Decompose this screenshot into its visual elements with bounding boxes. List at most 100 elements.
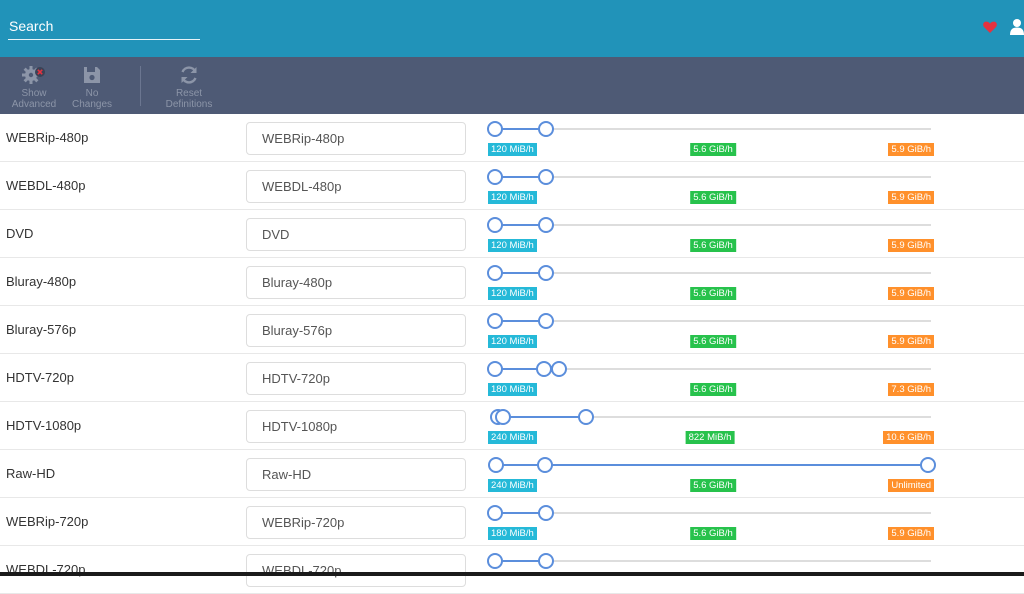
preferred-handle[interactable] (538, 313, 554, 329)
size-range-slider[interactable]: 120 MiB/h 5.6 GiB/h 5.9 GiB/h (486, 306, 938, 354)
quality-row: WEBRip-720p 180 MiB/h 5.6 GiB/h 5.9 GiB/… (0, 498, 1024, 546)
preferred-size-badge: 822 MiB/h (685, 431, 735, 444)
quality-row: Bluray-576p 120 MiB/h 5.6 GiB/h 5.9 GiB/… (0, 306, 1024, 354)
slider-track (494, 512, 931, 514)
size-range-slider[interactable]: 120 MiB/h 5.6 GiB/h 5.9 GiB/h (486, 210, 938, 258)
size-range-slider[interactable]: 240 MiB/h 5.6 GiB/h Unlimited (486, 450, 938, 498)
max-size-badge: 5.9 GiB/h (888, 527, 934, 540)
save-changes-button[interactable]: No Changes (66, 57, 118, 114)
quality-title-input[interactable] (246, 554, 466, 587)
size-range-slider[interactable]: 120 MiB/h 5.6 GiB/h 5.9 GiB/h (486, 258, 938, 306)
size-range-slider[interactable]: 120 MiB/h 5.6 GiB/h 5.9 GiB/h (486, 162, 938, 210)
preferred-handle[interactable] (538, 505, 554, 521)
heart-icon[interactable] (982, 19, 998, 35)
quality-label: Raw-HD (6, 466, 56, 481)
preferred-size-badge: 5.6 GiB/h (690, 143, 736, 156)
quality-title-input[interactable] (246, 506, 466, 539)
min-size-badge: 120 MiB/h (488, 239, 537, 252)
preferred-handle[interactable] (495, 409, 511, 425)
quality-row: HDTV-1080p 240 MiB/h 822 MiB/h 10.6 GiB/… (0, 402, 1024, 450)
slider-track (494, 272, 931, 274)
quality-definitions-list: WEBRip-480p 120 MiB/h 5.6 GiB/h 5.9 GiB/… (0, 114, 1024, 594)
quality-title-input[interactable] (246, 458, 466, 491)
bottom-edge (0, 572, 1024, 576)
slider-track (494, 128, 931, 130)
quality-label: HDTV-720p (6, 370, 74, 385)
preferred-handle[interactable] (537, 457, 553, 473)
min-handle[interactable] (487, 505, 503, 521)
min-handle[interactable] (487, 553, 503, 569)
size-range-slider[interactable]: 240 MiB/h 822 MiB/h 10.6 GiB/h (486, 402, 938, 450)
slider-track (494, 224, 931, 226)
size-range-slider[interactable] (486, 546, 938, 594)
reset-label-2: Definitions (165, 99, 213, 110)
min-handle[interactable] (487, 121, 503, 137)
slider-fill (498, 416, 586, 418)
quality-title-input[interactable] (246, 362, 466, 395)
quality-label: HDTV-1080p (6, 418, 82, 433)
top-bar (0, 0, 1024, 57)
min-handle[interactable] (487, 313, 503, 329)
min-size-badge: 240 MiB/h (488, 479, 537, 492)
quality-title-input[interactable] (246, 314, 466, 347)
quality-row: WEBDL-720p (0, 546, 1024, 594)
save-label-1: No (85, 88, 99, 99)
min-size-badge: 120 MiB/h (488, 335, 537, 348)
preferred-handle[interactable] (538, 217, 554, 233)
quality-label: DVD (6, 226, 34, 241)
slider-track (494, 560, 931, 562)
min-handle[interactable] (487, 217, 503, 233)
max-size-badge: Unlimited (888, 479, 934, 492)
refresh-icon (181, 66, 197, 84)
quality-title-input[interactable] (246, 266, 466, 299)
quality-title-input[interactable] (246, 218, 466, 251)
min-handle[interactable] (487, 361, 503, 377)
min-size-badge: 180 MiB/h (488, 383, 537, 396)
max-handle[interactable] (920, 457, 936, 473)
quality-row: HDTV-720p 180 MiB/h 5.6 GiB/h 7.3 GiB/h (0, 354, 1024, 402)
preferred-handle[interactable] (538, 553, 554, 569)
max-size-badge: 10.6 GiB/h (883, 431, 934, 444)
quality-row: WEBDL-480p 120 MiB/h 5.6 GiB/h 5.9 GiB/h (0, 162, 1024, 210)
size-range-slider[interactable]: 120 MiB/h 5.6 GiB/h 5.9 GiB/h (486, 114, 938, 162)
slider-fill (496, 464, 928, 466)
quality-title-input[interactable] (246, 170, 466, 203)
preferred-handle[interactable] (536, 361, 552, 377)
min-size-badge: 240 MiB/h (488, 431, 537, 444)
user-icon[interactable] (1010, 18, 1024, 36)
reset-definitions-button[interactable]: Reset Definitions (158, 57, 220, 114)
quality-row: Raw-HD 240 MiB/h 5.6 GiB/h Unlimited (0, 450, 1024, 498)
max-size-badge: 5.9 GiB/h (888, 335, 934, 348)
toolbar-separator (140, 66, 141, 106)
show-advanced-button[interactable]: Show Advanced (8, 57, 60, 114)
preferred-handle[interactable] (538, 169, 554, 185)
preferred-size-badge: 5.6 GiB/h (690, 191, 736, 204)
preferred-handle[interactable] (538, 265, 554, 281)
min-handle[interactable] (487, 265, 503, 281)
preferred-handle[interactable] (538, 121, 554, 137)
quality-title-input[interactable] (246, 122, 466, 155)
quality-title-input[interactable] (246, 410, 466, 443)
gears-icon (22, 66, 45, 84)
min-handle[interactable] (488, 457, 504, 473)
show-advanced-label-2: Advanced (11, 99, 57, 110)
slider-track (494, 320, 931, 322)
max-handle[interactable] (578, 409, 594, 425)
preferred-size-badge: 5.6 GiB/h (690, 239, 736, 252)
quality-label: Bluray-576p (6, 322, 77, 337)
quality-label: Bluray-480p (6, 274, 77, 289)
save-icon (84, 67, 100, 83)
min-handle[interactable] (487, 169, 503, 185)
size-range-slider[interactable]: 180 MiB/h 5.6 GiB/h 7.3 GiB/h (486, 354, 938, 402)
preferred-size-badge: 5.6 GiB/h (690, 479, 736, 492)
quality-label: WEBRip-720p (6, 514, 89, 529)
max-size-badge: 5.9 GiB/h (888, 143, 934, 156)
quality-row: DVD 120 MiB/h 5.6 GiB/h 5.9 GiB/h (0, 210, 1024, 258)
save-label-2: Changes (71, 99, 113, 110)
show-advanced-label-1: Show (21, 88, 47, 99)
quality-label: WEBRip-480p (6, 130, 89, 145)
min-size-badge: 120 MiB/h (488, 143, 537, 156)
size-range-slider[interactable]: 180 MiB/h 5.6 GiB/h 5.9 GiB/h (486, 498, 938, 546)
search-input[interactable] (8, 14, 200, 38)
max-handle[interactable] (551, 361, 567, 377)
